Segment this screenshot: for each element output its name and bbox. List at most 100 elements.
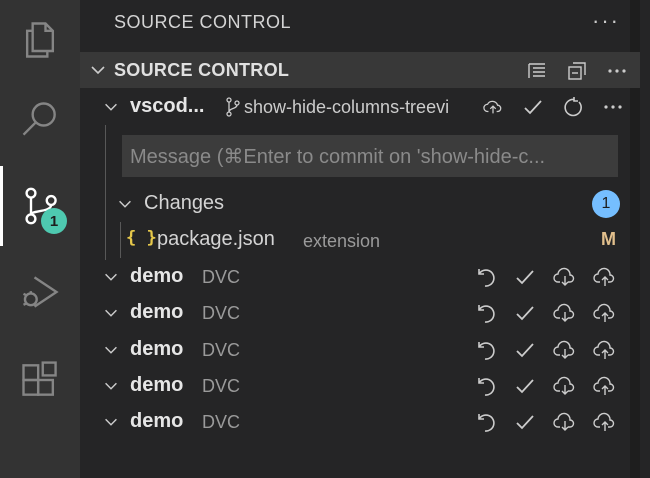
discard-button[interactable] — [472, 263, 498, 291]
check-icon — [524, 100, 542, 115]
explorer-button[interactable] — [0, 0, 80, 80]
commit-message-input[interactable]: Message (⌘Enter to commit on 'show-hide-… — [122, 135, 618, 177]
refresh-icon — [564, 97, 582, 117]
activity-bar: 1 — [0, 0, 80, 478]
discard-icon — [478, 305, 495, 323]
commit-button[interactable] — [512, 263, 538, 291]
source-control-section-header[interactable]: SOURCE CONTROL — [80, 52, 640, 88]
cloud-upload-icon — [483, 100, 502, 114]
commit-button[interactable] — [512, 299, 538, 327]
branch-name[interactable]: show-hide-columns-treevi — [244, 97, 449, 118]
view-as-tree-button[interactable] — [524, 58, 550, 84]
debug-icon — [22, 276, 59, 308]
repository-kind: DVC — [202, 303, 241, 323]
repository-row-dvc[interactable]: demo DVC — [80, 295, 640, 331]
more-icon — [608, 69, 626, 73]
repository-row-dvc[interactable]: demo DVC — [80, 332, 640, 368]
run-debug-button[interactable] — [0, 252, 80, 332]
push-button[interactable] — [592, 336, 618, 364]
discard-button[interactable] — [472, 299, 498, 327]
discard-icon — [478, 269, 495, 287]
repository-kind: DVC — [202, 340, 241, 360]
git-branch-icon — [226, 97, 240, 117]
repository-row-dvc[interactable]: demo DVC — [80, 368, 640, 404]
list-tree-icon — [528, 63, 545, 78]
cloud-upload-icon — [593, 340, 615, 359]
repository-row-dvc[interactable]: demo DVC — [80, 259, 640, 295]
changes-label: Changes — [144, 192, 225, 214]
pull-button[interactable] — [552, 336, 578, 364]
source-control-button[interactable] — [0, 166, 80, 246]
commit-button[interactable] — [520, 93, 546, 121]
views-more-actions-button[interactable]: ··· — [592, 8, 620, 34]
file-status-modified: M — [601, 229, 616, 249]
commit-button[interactable] — [512, 372, 538, 400]
check-icon — [516, 306, 534, 321]
pull-button[interactable] — [552, 372, 578, 400]
cloud-upload-icon — [593, 376, 615, 395]
check-icon — [516, 343, 534, 358]
repository-name: demo — [130, 301, 184, 323]
extensions-icon — [22, 361, 57, 396]
changes-group-row[interactable]: Changes 1 — [80, 186, 640, 222]
chevron-down-icon — [105, 418, 117, 426]
changes-count-badge: 1 — [592, 190, 620, 218]
source-control-sidebar: SOURCE CONTROL ··· SOURCE CONTROL vscod.… — [80, 0, 640, 478]
file-name: package.json — [157, 228, 275, 250]
cloud-download-icon — [553, 340, 575, 359]
cloud-download-icon — [553, 376, 575, 395]
repository-row-dvc[interactable]: demo DVC — [80, 404, 640, 440]
push-button[interactable] — [592, 263, 618, 291]
check-icon — [516, 379, 534, 394]
repository-kind: DVC — [202, 412, 241, 432]
refresh-button[interactable] — [560, 93, 586, 121]
search-icon — [22, 102, 56, 136]
publish-branch-button[interactable] — [480, 93, 506, 121]
push-button[interactable] — [592, 299, 618, 327]
repository-row-git[interactable]: vscod... show-hide-columns-treevi — [80, 89, 640, 125]
section-more-actions-button[interactable] — [604, 58, 630, 84]
repository-name: demo — [130, 374, 184, 396]
commit-button[interactable] — [512, 408, 538, 436]
sidebar-title: SOURCE CONTROL — [114, 12, 292, 32]
chevron-down-icon — [105, 273, 117, 281]
cloud-upload-icon — [593, 412, 615, 431]
collapse-all-button[interactable] — [564, 58, 590, 84]
section-title: SOURCE CONTROL — [114, 60, 290, 80]
cloud-download-icon — [553, 303, 575, 322]
collapse-all-icon — [568, 62, 586, 80]
chevron-down-icon — [91, 66, 105, 75]
cloud-upload-icon — [593, 267, 615, 286]
commit-button[interactable] — [512, 336, 538, 364]
cloud-upload-icon — [593, 303, 615, 322]
pull-button[interactable] — [552, 263, 578, 291]
discard-button[interactable] — [472, 372, 498, 400]
pull-button[interactable] — [552, 299, 578, 327]
push-button[interactable] — [592, 408, 618, 436]
repository-name: demo — [130, 338, 184, 360]
repository-more-actions-button[interactable] — [600, 93, 626, 121]
discard-button[interactable] — [472, 408, 498, 436]
repository-kind: DVC — [202, 267, 241, 287]
repository-kind: DVC — [202, 376, 241, 396]
changed-file-row[interactable]: { } package.json extension M — [80, 222, 640, 258]
search-button[interactable] — [0, 80, 80, 160]
more-icon — [604, 105, 622, 109]
file-directory: extension — [303, 231, 381, 251]
extensions-button[interactable] — [0, 340, 80, 420]
files-icon — [25, 22, 55, 58]
repository-name: demo — [130, 410, 184, 432]
discard-icon — [478, 342, 495, 360]
cloud-download-icon — [553, 412, 575, 431]
source-control-badge: 1 — [41, 208, 67, 234]
chevron-down-icon — [105, 309, 117, 317]
pull-button[interactable] — [552, 408, 578, 436]
chevron-down-icon — [105, 103, 117, 111]
chevron-down-icon — [105, 346, 117, 354]
check-icon — [516, 415, 534, 430]
discard-button[interactable] — [472, 336, 498, 364]
cloud-download-icon — [553, 267, 575, 286]
repository-name: demo — [130, 265, 184, 287]
push-button[interactable] — [592, 372, 618, 400]
chevron-down-icon — [105, 382, 117, 390]
